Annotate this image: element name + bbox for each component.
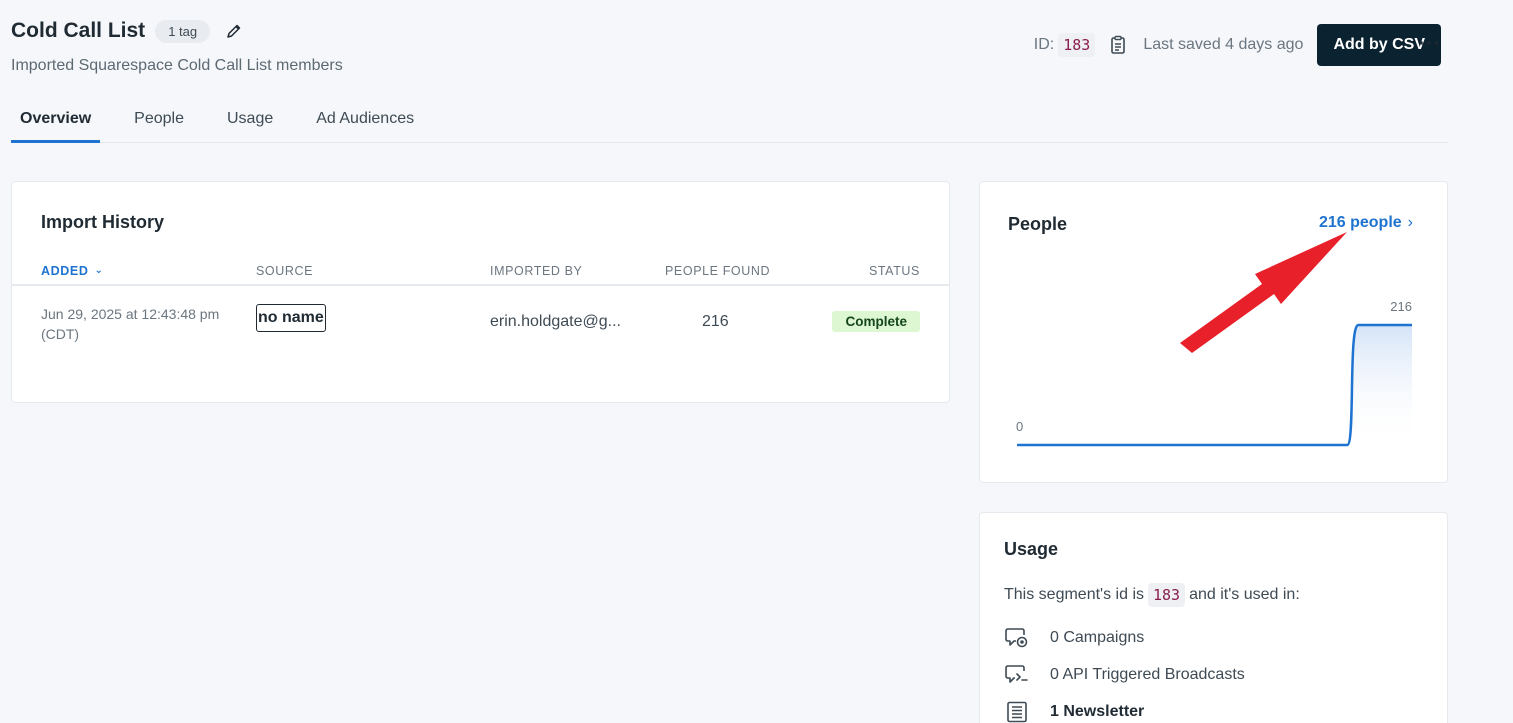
people-card: 216 0 People 216 people ›	[979, 181, 1448, 483]
people-count-label: 216 people	[1318, 214, 1402, 231]
header-actions: ID: 183 Last saved 4 days ago Add by CSV	[1034, 24, 1441, 66]
segment-page: Cold Call List 1 tag Imported Squarespac…	[0, 0, 1513, 723]
usage-item-label: 0 API Triggered Broadcasts	[1050, 665, 1245, 683]
imported-by-email: erin.holdgate@g...	[490, 313, 621, 330]
people-count-link[interactable]: 216 people ›	[1319, 214, 1413, 232]
campaign-icon	[1004, 627, 1030, 649]
usage-desc-prefix: This segment's id is	[1004, 586, 1144, 603]
people-found-count: 216	[702, 313, 729, 330]
column-imported-by: IMPORTED BY	[490, 264, 583, 278]
tab-usage[interactable]: Usage	[218, 100, 282, 143]
chevron-down-icon: ⌄	[94, 265, 104, 276]
usage-item-label: 0 Campaigns	[1050, 628, 1145, 646]
more-options-button[interactable]: ···	[1416, 30, 1444, 58]
usage-title: Usage	[1004, 539, 1059, 559]
table-header: ADDED ⌄ SOURCE IMPORTED BY PEOPLE FOUND S…	[12, 252, 949, 286]
usage-item-campaigns[interactable]: 0 Campaigns	[1004, 619, 1245, 656]
column-status: STATUS	[868, 264, 920, 278]
page-subtitle: Imported Squarespace Cold Call List memb…	[11, 57, 343, 74]
tab-people[interactable]: People	[125, 100, 193, 143]
pencil-icon[interactable]	[224, 21, 244, 41]
chevron-right-icon: ›	[1407, 214, 1413, 231]
usage-item-label: 1 Newsletter	[1050, 702, 1145, 720]
tag-badge[interactable]: 1 tag	[155, 19, 211, 43]
tab-bar: Overview People Usage Ad Audiences	[11, 100, 1448, 143]
tab-ad-audiences[interactable]: Ad Audiences	[307, 100, 423, 143]
tab-overview[interactable]: Overview	[11, 100, 101, 143]
column-added-label: ADDED	[41, 264, 89, 278]
import-date-line: Jun 29, 2025 at 12:43:48 pm	[41, 306, 220, 322]
column-added-sort[interactable]: ADDED ⌄	[41, 264, 103, 278]
usage-card: Usage This segment's id is 183 and it's …	[979, 512, 1448, 723]
people-title: People	[1008, 214, 1068, 234]
status-badge: Complete	[832, 311, 920, 332]
import-source[interactable]: no name	[256, 304, 326, 332]
usage-description: This segment's id is 183 and it's used i…	[1004, 583, 1300, 607]
id-label: ID:	[1033, 36, 1055, 53]
usage-item-api-broadcasts[interactable]: 0 API Triggered Broadcasts	[1004, 656, 1245, 693]
usage-list: 0 Campaigns 0 API Triggered Broadcasts 1…	[1004, 619, 1245, 723]
import-history-title: Import History	[41, 212, 165, 232]
usage-segment-id: 183	[1148, 583, 1186, 607]
import-history-card: Import History ADDED ⌄ SOURCE IMPORTED BY…	[11, 181, 950, 403]
usage-desc-suffix: and it's used in:	[1189, 586, 1300, 603]
table-row: Jun 29, 2025 at 12:43:48 pm (CDT) no nam…	[12, 288, 949, 368]
import-date-timezone: (CDT)	[41, 326, 80, 342]
import-date: Jun 29, 2025 at 12:43:48 pm (CDT)	[41, 304, 219, 344]
chart-label-max: 216	[1390, 299, 1412, 314]
column-source: SOURCE	[256, 264, 314, 278]
title-row: Cold Call List 1 tag	[11, 19, 244, 43]
column-people-found: PEOPLE FOUND	[665, 264, 771, 278]
usage-item-newsletter[interactable]: 1 Newsletter	[1004, 693, 1245, 723]
chart-label-min: 0	[1016, 419, 1023, 434]
clipboard-icon[interactable]	[1109, 35, 1127, 55]
segment-id: 183	[1058, 33, 1096, 57]
newsletter-icon	[1004, 701, 1030, 723]
last-saved-text: Last saved 4 days ago	[1143, 36, 1304, 53]
api-broadcast-icon	[1004, 664, 1030, 686]
page-title: Cold Call List	[11, 19, 146, 42]
